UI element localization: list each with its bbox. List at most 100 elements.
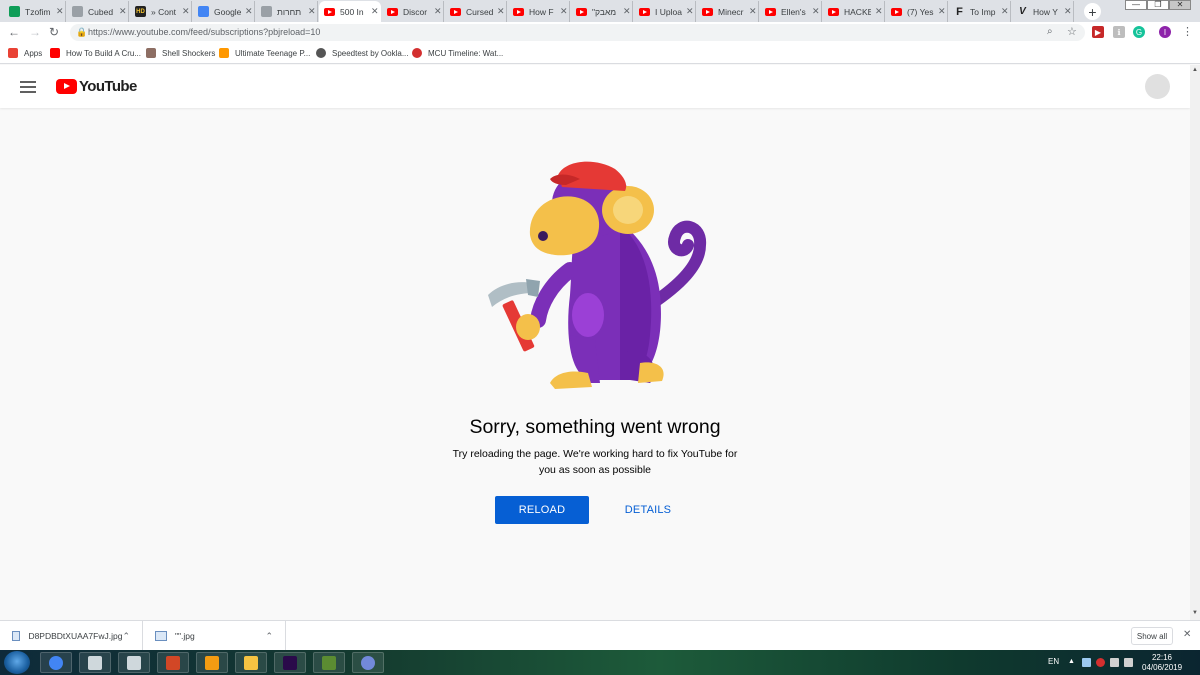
download-item[interactable]: "".jpg ⌃	[143, 621, 286, 651]
reload-button[interactable]: RELOAD	[495, 496, 589, 524]
tab-close-icon[interactable]: ✕	[245, 6, 253, 17]
youtube-logo[interactable]: YouTube	[56, 78, 137, 95]
cube-icon	[72, 6, 83, 17]
browser-tab[interactable]: Tzofim ✕	[4, 1, 66, 22]
show-all-button[interactable]: Show all	[1131, 627, 1173, 645]
new-tab-button[interactable]: +	[1084, 3, 1101, 20]
tab-close-icon[interactable]: ✕	[308, 6, 316, 17]
browser-tab[interactable]: Cursed ✕	[445, 1, 507, 22]
tab-close-icon[interactable]: ✕	[875, 6, 883, 17]
back-icon[interactable]: ←	[8, 25, 20, 39]
browser-tab[interactable]: "מאבק ✕	[571, 1, 633, 22]
browser-tab[interactable]: How F ✕	[508, 1, 570, 22]
browser-tab[interactable]: (7) Yes ✕	[886, 1, 948, 22]
calculator-icon[interactable]	[118, 652, 150, 673]
forward-icon[interactable]: →	[29, 25, 41, 39]
tab-strip: Tzofim ✕ Cubed ✕ HD» Cont ✕ Google ✕ תחרות ✕ 500 I…	[0, 0, 1200, 22]
media-player-icon[interactable]	[196, 652, 228, 673]
bookmark-item[interactable]: How To Build A Cru...	[50, 47, 141, 59]
tab-close-icon[interactable]: ✕	[371, 6, 379, 17]
browser-tab[interactable]: Google ✕	[193, 1, 255, 22]
browser-tab[interactable]: HACKE ✕	[823, 1, 885, 22]
tab-title: תחרות	[277, 6, 302, 17]
tab-close-icon[interactable]: ✕	[749, 6, 757, 17]
avatar[interactable]	[1145, 74, 1170, 99]
file-explorer-icon[interactable]	[235, 652, 267, 673]
extension-icon[interactable]: ℹ	[1113, 26, 1125, 38]
volume-icon[interactable]	[1124, 658, 1133, 667]
browser-tab[interactable]: Cubed ✕	[67, 1, 129, 22]
window-close-button[interactable]: ✕	[1169, 0, 1191, 10]
dropbox-icon[interactable]	[1082, 658, 1091, 667]
file-explorer-glyph	[244, 655, 258, 670]
language-indicator[interactable]: EN	[1048, 657, 1059, 666]
zoom-icon[interactable]: ⌕	[1047, 26, 1053, 37]
tab-close-icon[interactable]: ✕	[1001, 6, 1009, 17]
premiere-icon[interactable]	[274, 652, 306, 673]
bookmark-item[interactable]: Speedtest by Ookla...	[316, 47, 409, 59]
downloads-bar: D8PDBDtXUAA7FwJ.jpg ⌃ "".jpg ⌃ Show all …	[0, 620, 1200, 651]
minecraft-icon[interactable]	[313, 652, 345, 673]
profile-icon[interactable]: I	[1159, 26, 1171, 38]
minecraft-glyph	[322, 655, 336, 670]
notes-icon[interactable]	[79, 652, 111, 673]
clock-date: 04/06/2019	[1142, 663, 1183, 672]
browser-tab[interactable]: Discor ✕	[382, 1, 444, 22]
tab-close-icon[interactable]: ✕	[434, 6, 442, 17]
scrollbar[interactable]: ▲ ▼	[1190, 65, 1200, 620]
bookmark-item[interactable]: Shell Shockers	[146, 47, 215, 59]
bookmark-label: Apps	[24, 48, 43, 58]
browser-tab[interactable]: F To Imp ✕	[949, 1, 1011, 22]
tab-close-icon[interactable]: ✕	[1064, 6, 1072, 17]
windows-start-icon[interactable]	[4, 651, 30, 674]
tab-close-icon[interactable]: ✕	[497, 6, 505, 17]
browser-tab[interactable]: I Uploa ✕	[634, 1, 696, 22]
bookmark-star-icon[interactable]: ☆	[1067, 25, 1077, 38]
chrome-icon[interactable]	[40, 652, 72, 673]
youtube-icon	[387, 7, 398, 16]
tab-close-icon[interactable]: ✕	[182, 6, 190, 17]
bookmark-item[interactable]: Ultimate Teenage P...	[219, 47, 310, 59]
address-bar-row: ← → ↻ 🔒 https://www.youtube.com/feed/sub…	[0, 22, 1200, 42]
close-icon[interactable]: ✕	[1183, 629, 1191, 640]
browser-tab[interactable]: Minecr ✕	[697, 1, 759, 22]
hamburger-menu-icon[interactable]	[20, 81, 36, 93]
discord-glyph	[361, 655, 375, 670]
network-icon[interactable]	[1110, 658, 1119, 667]
security-icon[interactable]	[1096, 658, 1105, 667]
tab-close-icon[interactable]: ✕	[560, 6, 568, 17]
url-text[interactable]: https://www.youtube.com/feed/subscriptio…	[88, 27, 320, 37]
tab-close-icon[interactable]: ✕	[938, 6, 946, 17]
extension-icon[interactable]: ▶	[1092, 26, 1104, 38]
minimize-button[interactable]: —	[1125, 0, 1147, 10]
browser-tab[interactable]: Ellen's ✕	[760, 1, 822, 22]
tab-close-icon[interactable]: ✕	[56, 6, 64, 17]
maximize-button[interactable]: ❐	[1147, 0, 1169, 10]
tray-expand-icon[interactable]: ▲	[1068, 658, 1077, 667]
tab-close-icon[interactable]: ✕	[623, 6, 631, 17]
bookmark-label: Speedtest by Ookla...	[332, 48, 409, 58]
browser-tab[interactable]: V How Y ✕	[1012, 1, 1074, 22]
tab-close-icon[interactable]: ✕	[119, 6, 127, 17]
refresh-icon[interactable]: ↻	[49, 25, 59, 39]
menu-icon[interactable]: ⋮	[1182, 25, 1193, 38]
powerpoint-icon[interactable]	[157, 652, 189, 673]
image-file-icon	[12, 631, 21, 641]
browser-tab[interactable]: 500 In ✕	[319, 1, 381, 22]
omnibox[interactable]: 🔒 https://www.youtube.com/feed/subscript…	[70, 24, 1085, 41]
chrome-glyph	[49, 655, 63, 670]
download-item[interactable]: D8PDBDtXUAA7FwJ.jpg ⌃	[0, 621, 143, 651]
discord-icon[interactable]	[352, 652, 384, 673]
bookmark-item[interactable]: MCU Timeline: Wat...	[412, 47, 503, 59]
bookmark-item[interactable]: Apps	[8, 47, 42, 59]
chevron-up-icon[interactable]: ⌃	[265, 631, 273, 642]
chevron-up-icon[interactable]: ⌃	[122, 631, 130, 642]
youtube-icon	[513, 7, 524, 16]
browser-tab[interactable]: תחרות ✕	[256, 1, 318, 22]
grammarly-icon[interactable]: G	[1133, 26, 1145, 38]
details-button[interactable]: DETAILS	[610, 496, 686, 524]
tab-close-icon[interactable]: ✕	[812, 6, 820, 17]
tab-close-icon[interactable]: ✕	[686, 6, 694, 17]
browser-tab[interactable]: HD » Cont ✕	[130, 1, 192, 22]
clock[interactable]: 22:16 04/06/2019	[1142, 653, 1182, 673]
